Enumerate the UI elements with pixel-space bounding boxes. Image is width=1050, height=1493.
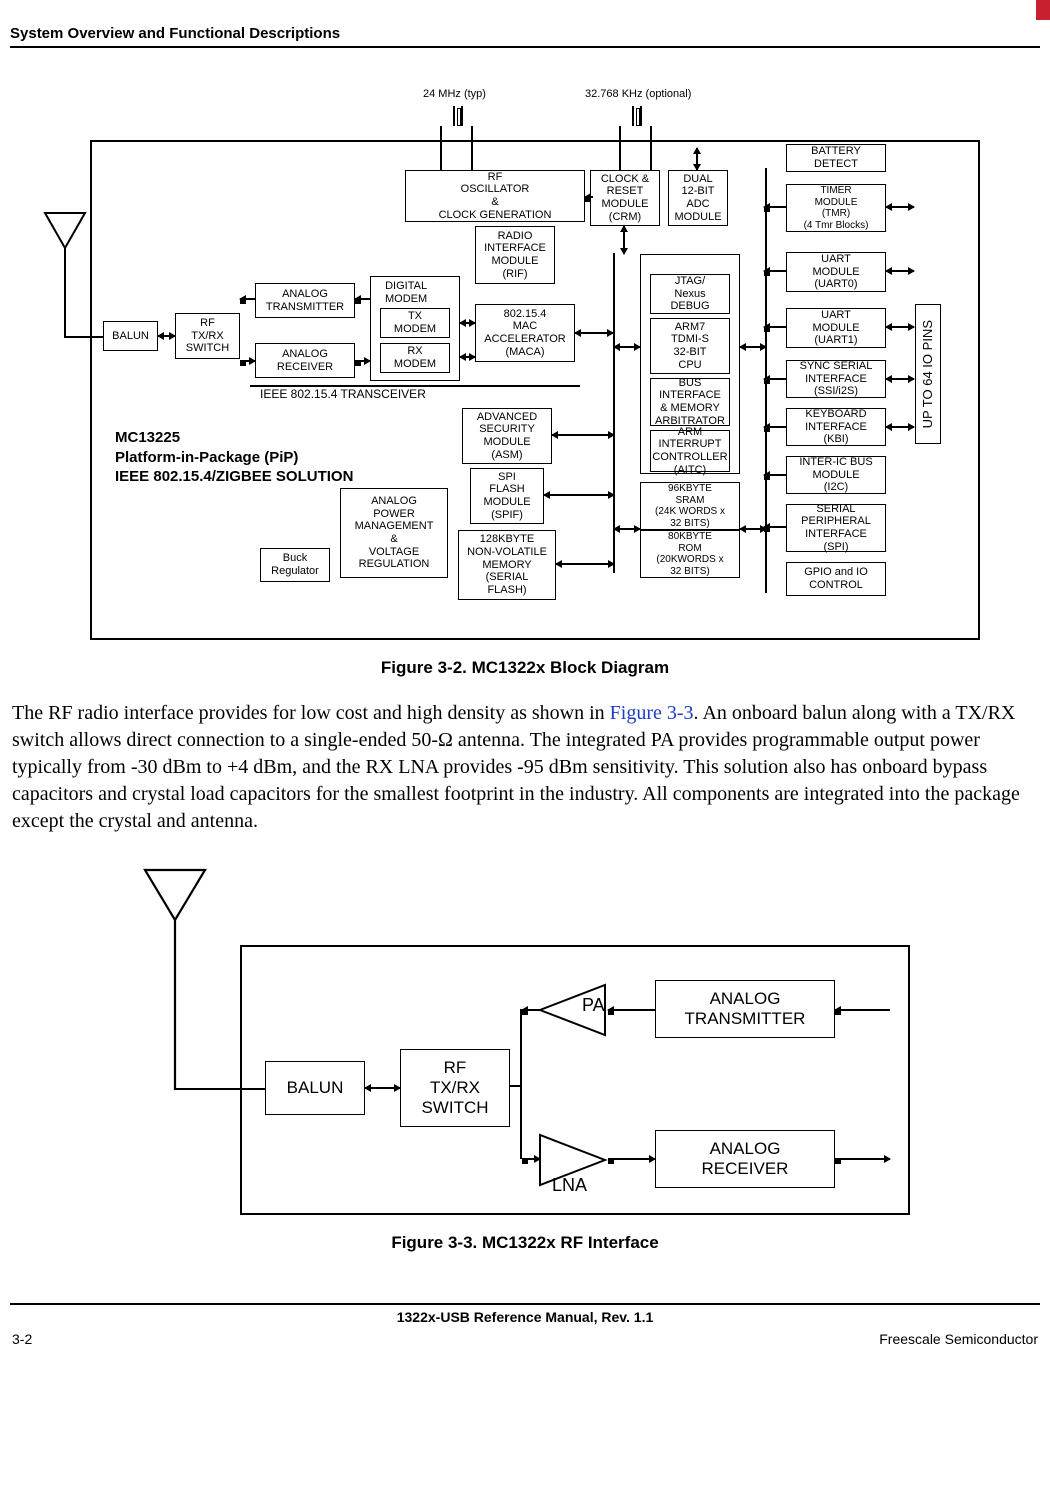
spif-block: SPI FLASH MODULE (SPIF) [470, 468, 544, 524]
footer-row: 3-2 Freescale Semiconductor [10, 1331, 1040, 1347]
pa-label: PA [582, 995, 605, 1016]
digital-modem-label: DIGITAL MODEM [385, 280, 427, 305]
analog-receiver-block: ANALOG RECEIVER [655, 1130, 835, 1188]
crystal-icon [453, 106, 463, 126]
chip-label: MC13225 Platform-in-Package (PiP) IEEE 8… [115, 428, 353, 487]
figure-3-2: 24 MHz (typ) 32.768 KHz (optional) BALUN… [60, 88, 990, 648]
rom-block: 80KBYTE ROM (20KWORDS x 32 BITS) [640, 530, 740, 578]
apm-block: ANALOG POWER MANAGEMENT & VOLTAGE REGULA… [340, 488, 448, 578]
analog-transmitter-block: ANALOG TRANSMITTER [655, 980, 835, 1038]
bus-interface-block: BUS INTERFACE & MEMORY ARBITRATOR [650, 378, 730, 426]
uart1-block: UART MODULE (UART1) [786, 308, 886, 348]
balun-block: BALUN [103, 321, 158, 351]
io-pins-label: UP TO 64 IO PINS [921, 320, 936, 428]
aitc-block: ARM INTERRUPT CONTROLLER (AITC) [650, 430, 730, 472]
figure-3-2-caption: Figure 3-2. MC1322x Block Diagram [10, 658, 1040, 678]
arm7-block: ARM7 TDMI-S 32-BIT CPU [650, 318, 730, 374]
asm-block: ADVANCED SECURITY MODULE (ASM) [462, 408, 552, 464]
rx-modem-block: RX MODEM [380, 343, 450, 373]
tx-modem-block: TX MODEM [380, 308, 450, 338]
buck-regulator-block: Buck Regulator [260, 548, 330, 582]
rf-switch-block: RF TX/RX SWITCH [400, 1049, 510, 1127]
analog-receiver-block: ANALOG RECEIVER [255, 343, 355, 378]
section-header: System Overview and Functional Descripti… [10, 25, 1040, 48]
transceiver-label: IEEE 802.15.4 TRANSCEIVER [260, 388, 426, 402]
ssi-block: SYNC SERIAL INTERFACE (SSI/i2S) [786, 360, 886, 398]
maca-block: 802.15.4 MAC ACCELERATOR (MACA) [475, 304, 575, 362]
rf-oscillator-block: RF OSCILLATOR & CLOCK GENERATION [405, 170, 585, 222]
lna-label: LNA [552, 1175, 587, 1196]
accent-bar [1036, 0, 1050, 20]
analog-transmitter-block: ANALOG TRANSMITTER [255, 283, 355, 318]
figure-3-3-link[interactable]: Figure 3-3 [610, 702, 694, 724]
vendor-name: Freescale Semiconductor [879, 1331, 1038, 1347]
figure-3-3-caption: Figure 3-3. MC1322x RF Interface [10, 1233, 1040, 1253]
para-pre: The RF radio interface provides for low … [12, 702, 610, 724]
io-pins-block: UP TO 64 IO PINS [915, 304, 941, 444]
clk-24mhz-label: 24 MHz (typ) [423, 88, 486, 101]
timer-block: TIMER MODULE (TMR) (4 Tmr Blocks) [786, 184, 886, 232]
flash-block: 128KBYTE NON-VOLATILE MEMORY (SERIAL FLA… [458, 530, 556, 600]
gpio-block: GPIO and IO CONTROL [786, 562, 886, 596]
spi-block: SERIAL PERIPHERAL INTERFACE (SPI) [786, 504, 886, 552]
kbi-block: KEYBOARD INTERFACE (KBI) [786, 408, 886, 446]
battery-detect-block: BATTERY DETECT [786, 144, 886, 172]
rif-block: RADIO INTERFACE MODULE (RIF) [475, 226, 555, 284]
adc-block: DUAL 12-BIT ADC MODULE [668, 170, 728, 226]
crystal-icon [632, 106, 642, 126]
uart0-block: UART MODULE (UART0) [786, 252, 886, 292]
rf-switch-block: RF TX/RX SWITCH [175, 313, 240, 359]
page-number: 3-2 [12, 1331, 32, 1347]
i2c-block: INTER-IC BUS MODULE (I2C) [786, 456, 886, 494]
clk-32khz-label: 32.768 KHz (optional) [585, 88, 691, 101]
rf-interface-paragraph: The RF radio interface provides for low … [12, 700, 1038, 835]
figure-3-3: BALUN RF TX/RX SWITCH PA LNA ANALOG TRAN… [110, 865, 940, 1225]
antenna-icon [140, 865, 210, 1095]
balun-block: BALUN [265, 1061, 365, 1115]
sram-block: 96KBYTE SRAM (24K WORDS x 32 BITS) [640, 482, 740, 530]
crm-block: CLOCK & RESET MODULE (CRM) [590, 170, 660, 226]
jtag-block: JTAG/ Nexus DEBUG [650, 274, 730, 314]
footer-manual-title: 1322x-USB Reference Manual, Rev. 1.1 [10, 1303, 1040, 1325]
